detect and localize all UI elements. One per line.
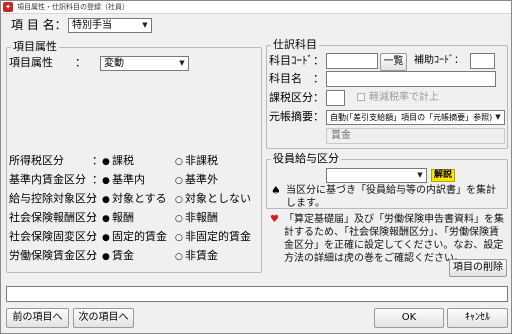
- chevron-down-icon[interactable]: ▼: [493, 112, 503, 123]
- next-item-label: 次の項目へ: [78, 312, 129, 323]
- radio-unselected-icon[interactable]: ○: [175, 193, 183, 207]
- name-label: 科目名 ：: [269, 72, 324, 85]
- cancel-label: ｷｬﾝｾﾙ: [465, 312, 490, 323]
- journal-group-title: 仕訳科目: [271, 38, 319, 52]
- officer-note: 当区分に基づき「役員給与等の内訳書」を集計します。: [286, 185, 496, 209]
- radio-selected-icon[interactable]: ●: [102, 250, 110, 264]
- dialog-window: ✦ 項目属性・仕訳科目の登録（社員） 項 目 名： 特別手当 ▼ 項目属性 項目…: [0, 0, 512, 334]
- radio-row-label: 労働保険賃金区分: [9, 249, 97, 262]
- reduced-rate-checkbox[interactable]: 軽減税率で計上: [357, 91, 439, 105]
- radio-selected-icon[interactable]: ●: [102, 231, 110, 245]
- title-bar: ✦ 項目属性・仕訳科目の登録（社員）: [1, 1, 511, 14]
- code-label: 科目ｺｰﾄﾞ：: [269, 54, 324, 67]
- radio-option-label: 基準内: [112, 173, 145, 186]
- prev-item-label: 前の項目へ: [12, 312, 63, 323]
- code-input[interactable]: [326, 53, 378, 69]
- item-name-label: 項 目 名：: [11, 18, 67, 32]
- radio-unselected-icon[interactable]: ○: [175, 155, 183, 169]
- attr-value: 変動: [104, 58, 124, 69]
- aux-code-input[interactable]: [470, 53, 495, 69]
- radio-option[interactable]: ● 課税: [102, 154, 134, 169]
- radio-option[interactable]: ● 基準内: [102, 173, 145, 188]
- radio-option[interactable]: ○ 非課税: [175, 154, 218, 169]
- radio-option-label: 非課税: [185, 154, 218, 167]
- status-field: [6, 286, 508, 302]
- radio-unselected-icon[interactable]: ○: [175, 250, 183, 264]
- app-icon: ✦: [3, 2, 13, 12]
- radio-selected-icon[interactable]: ●: [102, 155, 110, 169]
- heart-icon: ♥: [270, 214, 279, 225]
- radio-option-label: 報酬: [112, 211, 134, 224]
- radio-unselected-icon[interactable]: ○: [175, 174, 183, 188]
- summary-value: 自動(「差引支給額」項目の「元帳摘要」参照): [330, 113, 493, 122]
- radio-option-label: 非固定的賃金: [185, 230, 251, 243]
- attr-select[interactable]: 変動 ▼: [100, 56, 189, 71]
- radio-option[interactable]: ● 対象とする: [102, 192, 167, 207]
- kaisetsu-button[interactable]: 解説: [431, 169, 456, 182]
- aux-code-label: 補助ｺｰﾄﾞ：: [414, 55, 464, 66]
- radio-option[interactable]: ● 固定的賃金: [102, 230, 167, 245]
- prev-item-button[interactable]: 前の項目へ: [6, 308, 69, 328]
- list-button[interactable]: 一覧: [380, 53, 407, 71]
- radio-option-label: 課税: [112, 154, 134, 167]
- officer-select[interactable]: ▼: [326, 168, 427, 183]
- radio-row-label: 社会保険固変区分: [9, 230, 97, 243]
- chevron-down-icon[interactable]: ▼: [140, 20, 150, 31]
- summary-text-field: 賞金: [326, 128, 505, 144]
- radio-option-label: 対象としない: [185, 192, 251, 205]
- radio-option[interactable]: ○ 基準外: [175, 173, 218, 188]
- radio-option-label: 固定的賃金: [112, 230, 167, 243]
- checkbox-box-icon[interactable]: [357, 93, 365, 101]
- name-input[interactable]: [326, 71, 496, 87]
- radio-option-label: 非賃金: [185, 249, 218, 262]
- window-title: 項目属性・仕訳科目の登録（社員）: [17, 3, 129, 11]
- chevron-down-icon[interactable]: ▼: [415, 170, 425, 181]
- ok-label: OK: [401, 312, 417, 323]
- delete-item-button[interactable]: 項目の削除: [449, 259, 507, 277]
- radio-option-label: 賃金: [112, 249, 134, 262]
- radio-unselected-icon[interactable]: ○: [175, 212, 183, 226]
- radio-option[interactable]: ○ 対象としない: [175, 192, 251, 207]
- radio-row-label: 所得税区分: [9, 154, 64, 167]
- next-item-button[interactable]: 次の項目へ: [73, 308, 134, 328]
- ok-button[interactable]: OK: [374, 308, 444, 328]
- radio-row-label: 社会保険報酬区分: [9, 211, 97, 224]
- radio-row-label: 基準内賃金区分: [9, 173, 86, 186]
- tax-input[interactable]: [326, 90, 345, 106]
- radio-option[interactable]: ● 賃金: [102, 249, 134, 264]
- radio-selected-icon[interactable]: ●: [102, 193, 110, 207]
- radio-option-label: 対象とする: [112, 192, 167, 205]
- radio-unselected-icon[interactable]: ○: [175, 231, 183, 245]
- notice-text: 「算定基礎届」及び「労働保険申告書資料」を集計するため、「社会保険報酬区分」、「…: [284, 214, 504, 264]
- summary-label: 元帳摘要：: [269, 110, 324, 123]
- item-name-select[interactable]: 特別手当 ▼: [68, 18, 152, 33]
- item-name-value: 特別手当: [72, 20, 112, 31]
- radio-selected-icon[interactable]: ●: [102, 212, 110, 226]
- radio-option-label: 非報酬: [185, 211, 218, 224]
- radio-option[interactable]: ○ 非固定的賃金: [175, 230, 251, 245]
- tax-label: 課税区分：: [269, 91, 324, 104]
- chevron-down-icon[interactable]: ▼: [177, 58, 187, 69]
- radio-option[interactable]: ● 報酬: [102, 211, 134, 226]
- radio-selected-icon[interactable]: ●: [102, 174, 110, 188]
- cancel-button[interactable]: ｷｬﾝｾﾙ: [447, 308, 508, 328]
- radio-option[interactable]: ○ 非賃金: [175, 249, 218, 264]
- spade-icon: ♠: [271, 184, 281, 197]
- attributes-group-title: 項目属性: [11, 40, 59, 54]
- summary-select[interactable]: 自動(「差引支給額」項目の「元帳摘要」参照) ▼: [326, 110, 505, 125]
- radio-row-label: 給与控除対象区分: [9, 192, 97, 205]
- reduced-rate-label: 軽減税率で計上: [369, 92, 439, 103]
- attr-label: 項目属性 ：: [9, 56, 86, 69]
- officer-group-title: 役員給与区分: [271, 152, 341, 166]
- delete-item-label: 項目の削除: [453, 262, 503, 273]
- radio-option[interactable]: ○ 非報酬: [175, 211, 218, 226]
- radio-option-label: 基準外: [185, 173, 218, 186]
- list-button-label: 一覧: [383, 56, 404, 67]
